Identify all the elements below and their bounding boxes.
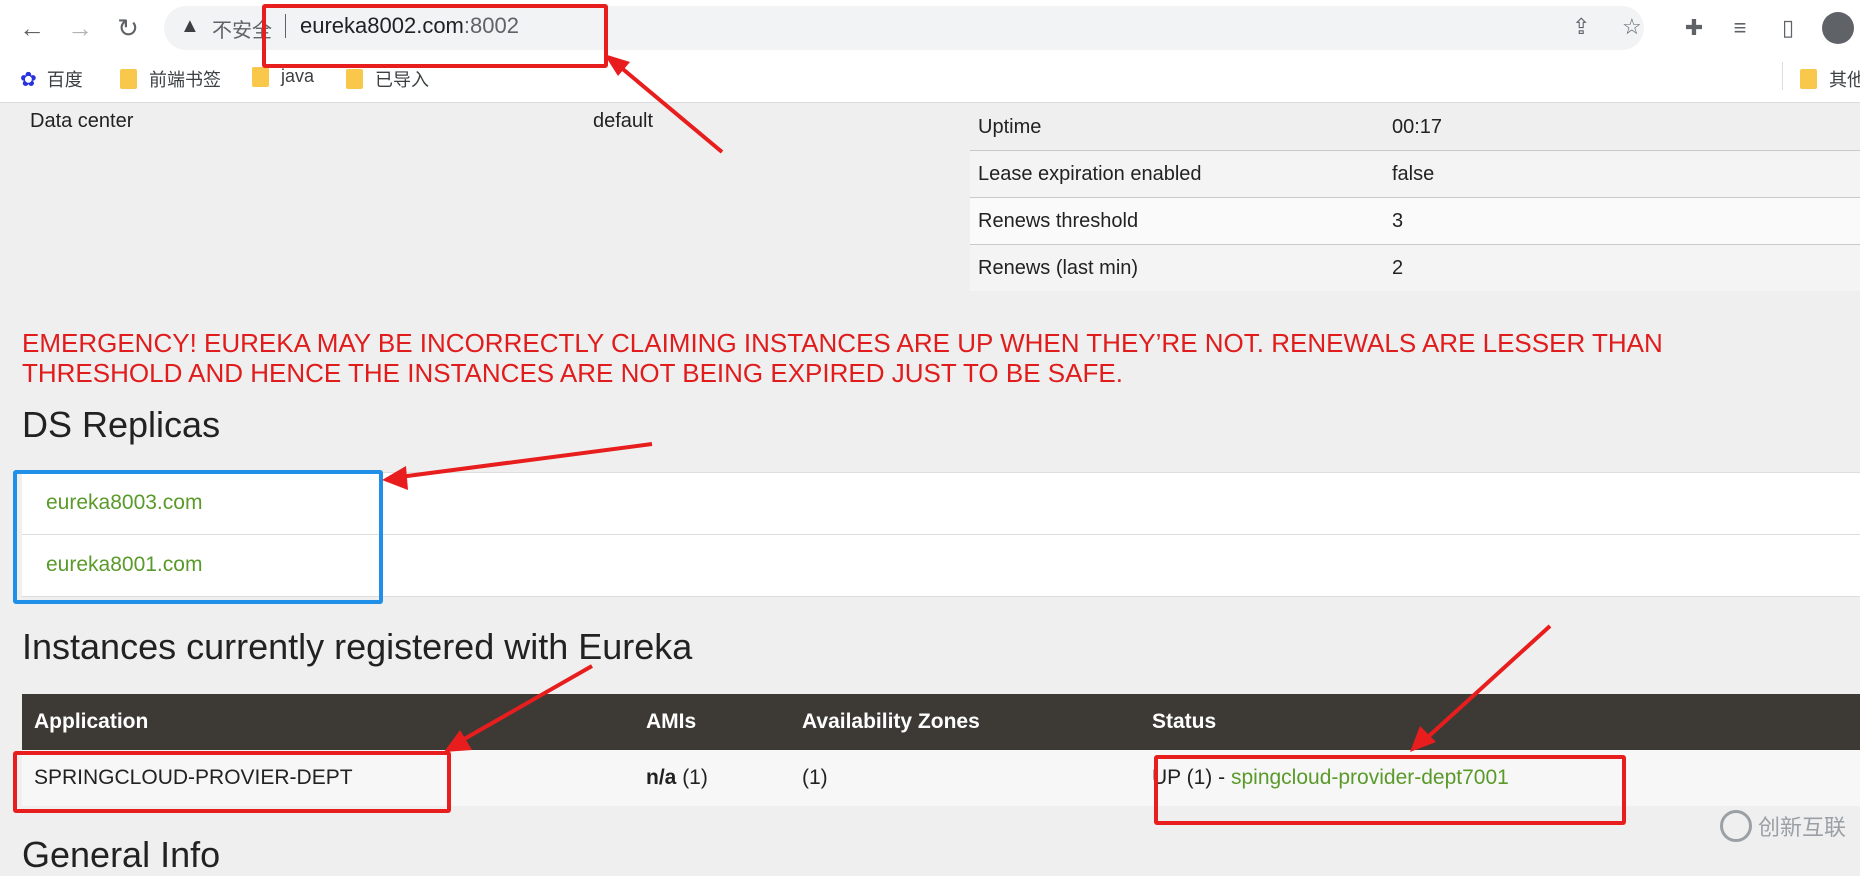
watermark: 创新互联 (1720, 810, 1846, 842)
arrow-head-replicas (382, 466, 408, 490)
arrow-to-status (1416, 624, 1552, 748)
arrow-head-application (444, 730, 472, 752)
arrow-to-url (610, 58, 724, 154)
arrow-to-application (451, 664, 593, 748)
arrow-to-replicas (391, 442, 653, 480)
watermark-text: 创新互联 (1758, 815, 1847, 840)
watermark-logo-icon (1720, 810, 1752, 842)
arrow-head-status (1410, 726, 1436, 752)
annotation-arrows (382, 54, 1552, 752)
